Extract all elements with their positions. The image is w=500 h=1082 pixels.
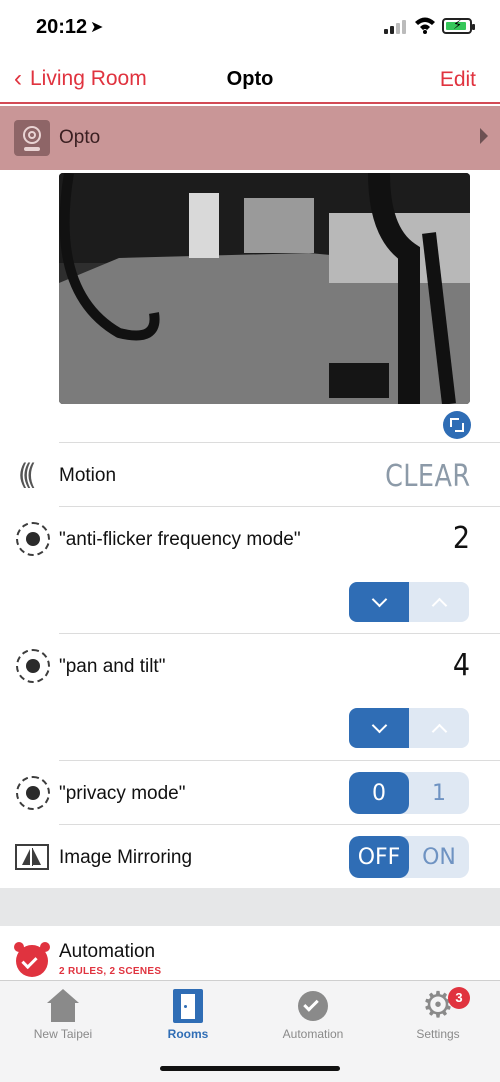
divider <box>59 633 500 634</box>
image-mirroring-label: Image Mirroring <box>59 847 193 868</box>
settings-badge: 3 <box>448 987 470 1009</box>
camera-feed[interactable] <box>59 173 470 404</box>
privacy-option-0[interactable]: 0 <box>349 772 409 814</box>
tab-rooms[interactable]: Rooms <box>138 989 238 1041</box>
pan-tilt-stepper <box>349 708 469 748</box>
divider <box>59 506 500 507</box>
door-icon <box>171 989 205 1023</box>
status-time: 20:12 <box>36 16 88 38</box>
increment-button[interactable] <box>409 708 469 748</box>
decrement-button[interactable] <box>349 582 409 622</box>
mirroring-option-off[interactable]: OFF <box>349 836 409 878</box>
page-title: Opto <box>226 68 274 90</box>
divider <box>59 442 500 443</box>
target-icon <box>16 776 50 810</box>
divider <box>59 824 500 825</box>
decrement-button[interactable] <box>349 708 409 748</box>
automation-title[interactable]: Automation <box>59 941 155 963</box>
motion-sensor-icon: ((( <box>18 458 37 492</box>
privacy-mode-label: "privacy mode" <box>59 783 186 804</box>
section-separator <box>0 888 500 926</box>
target-icon <box>16 522 50 556</box>
chevron-right-icon <box>480 128 488 144</box>
tab-label: New Taipei <box>33 1027 93 1041</box>
device-header[interactable]: Opto <box>0 106 500 170</box>
battery-icon: ⚡ <box>442 17 475 34</box>
image-mirroring-toggle: OFF ON <box>349 836 469 878</box>
wifi-icon <box>415 17 435 34</box>
alarm-clock-icon <box>14 940 50 977</box>
chevron-up-icon <box>431 723 447 739</box>
privacy-option-1[interactable]: 1 <box>409 772 469 814</box>
privacy-mode-toggle: 0 1 <box>349 772 469 814</box>
house-icon <box>46 989 80 1023</box>
location-arrow-icon: ➤ <box>90 19 104 36</box>
camera-icon <box>14 120 50 156</box>
tab-new-taipei[interactable]: New Taipei <box>13 989 113 1041</box>
increment-button[interactable] <box>409 582 469 622</box>
edit-button[interactable]: Edit <box>440 68 476 92</box>
tab-automation[interactable]: Automation <box>263 989 363 1041</box>
target-icon <box>16 649 50 683</box>
chevron-down-icon <box>371 717 387 733</box>
cellular-signal-icon <box>384 20 410 34</box>
mirror-icon <box>15 844 49 870</box>
status-bar: 20:12 ➤ ⚡ <box>0 0 500 52</box>
navigation-bar: ‹ Living Room Opto Edit <box>0 52 500 104</box>
anti-flicker-label: "anti-flicker frequency mode" <box>59 529 301 550</box>
motion-label: Motion <box>59 465 117 486</box>
pan-tilt-value: 4 <box>452 648 470 683</box>
tab-label: Settings <box>416 1027 460 1041</box>
mirroring-option-on[interactable]: ON <box>409 836 469 878</box>
chevron-up-icon <box>431 597 447 613</box>
expand-button[interactable] <box>443 411 471 439</box>
anti-flicker-value: 2 <box>452 521 470 556</box>
device-name: Opto <box>59 127 101 148</box>
tab-label: Automation <box>282 1027 344 1041</box>
anti-flicker-stepper <box>349 582 469 622</box>
pan-tilt-label: "pan and tilt" <box>59 656 166 677</box>
divider <box>59 760 500 761</box>
tab-label: Rooms <box>167 1027 209 1041</box>
automation-subtitle: 2 RULES, 2 SCENES <box>59 966 162 977</box>
tab-settings[interactable]: ⚙ Settings <box>388 988 488 1042</box>
alarm-clock-icon <box>296 989 330 1023</box>
motion-value: CLEAR <box>384 459 470 494</box>
chevron-down-icon <box>371 591 387 607</box>
home-indicator <box>160 1066 340 1071</box>
